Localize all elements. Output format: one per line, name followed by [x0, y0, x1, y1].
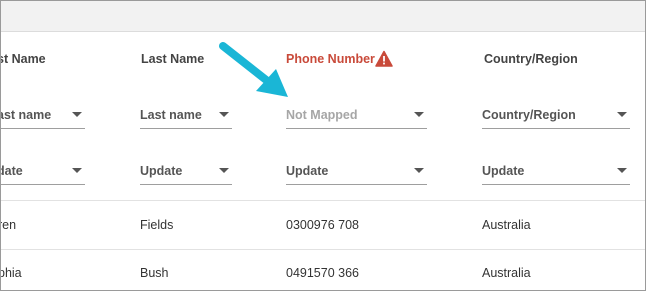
column-header-first-name: st Name [0, 52, 46, 66]
row-divider [1, 200, 645, 201]
mapping-select-last-name[interactable]: Last name [140, 105, 232, 129]
column-header-last-name: Last Name [141, 52, 205, 66]
cell-first-name: phia [0, 266, 22, 280]
dropdown-caret-icon [72, 168, 82, 173]
action-select-country-region[interactable]: Update [482, 161, 630, 185]
dropdown-caret-icon [219, 112, 229, 117]
action-select-value: Update [140, 164, 183, 178]
import-mapping-panel: st Name Last Name Phone Number Country/R… [0, 0, 646, 291]
pointer-arrow-icon [219, 42, 288, 97]
mapping-select-first-name[interactable]: ast name [0, 105, 85, 129]
dropdown-caret-icon [414, 168, 424, 173]
action-select-value: Update [482, 164, 525, 178]
dropdown-caret-icon [72, 112, 82, 117]
dropdown-caret-icon [219, 168, 229, 173]
row-divider [1, 249, 645, 250]
cell-phone-number: 0300976 708 [286, 218, 359, 232]
mapping-select-value: Country/Region [482, 108, 576, 122]
cell-country-region: Australia [482, 218, 531, 232]
action-select-first-name[interactable]: date [1, 161, 85, 185]
dropdown-caret-icon [617, 168, 627, 173]
action-select-last-name[interactable]: Update [140, 161, 232, 185]
cell-last-name: Fields [140, 218, 174, 232]
cell-country-region: Australia [482, 266, 531, 280]
dropdown-caret-icon [414, 112, 424, 117]
mapping-select-phone-number[interactable]: Not Mapped [286, 105, 427, 129]
action-select-value: date [1, 164, 23, 178]
top-bar [1, 1, 645, 32]
action-select-value: Update [286, 164, 329, 178]
cell-first-name: ren [1, 218, 17, 232]
column-header-phone-number: Phone Number [286, 52, 375, 66]
mapping-select-value: Last name [140, 108, 202, 122]
action-select-phone-number[interactable]: Update [286, 161, 427, 185]
cell-phone-number: 0491570 366 [286, 266, 359, 280]
warning-triangle-icon [375, 50, 393, 67]
mapping-select-value: Not Mapped [286, 108, 358, 122]
cell-last-name: Bush [140, 266, 169, 280]
mapping-select-value: ast name [0, 108, 52, 122]
dropdown-caret-icon [617, 112, 627, 117]
column-header-country-region: Country/Region [484, 52, 578, 66]
mapping-select-country-region[interactable]: Country/Region [482, 105, 630, 129]
